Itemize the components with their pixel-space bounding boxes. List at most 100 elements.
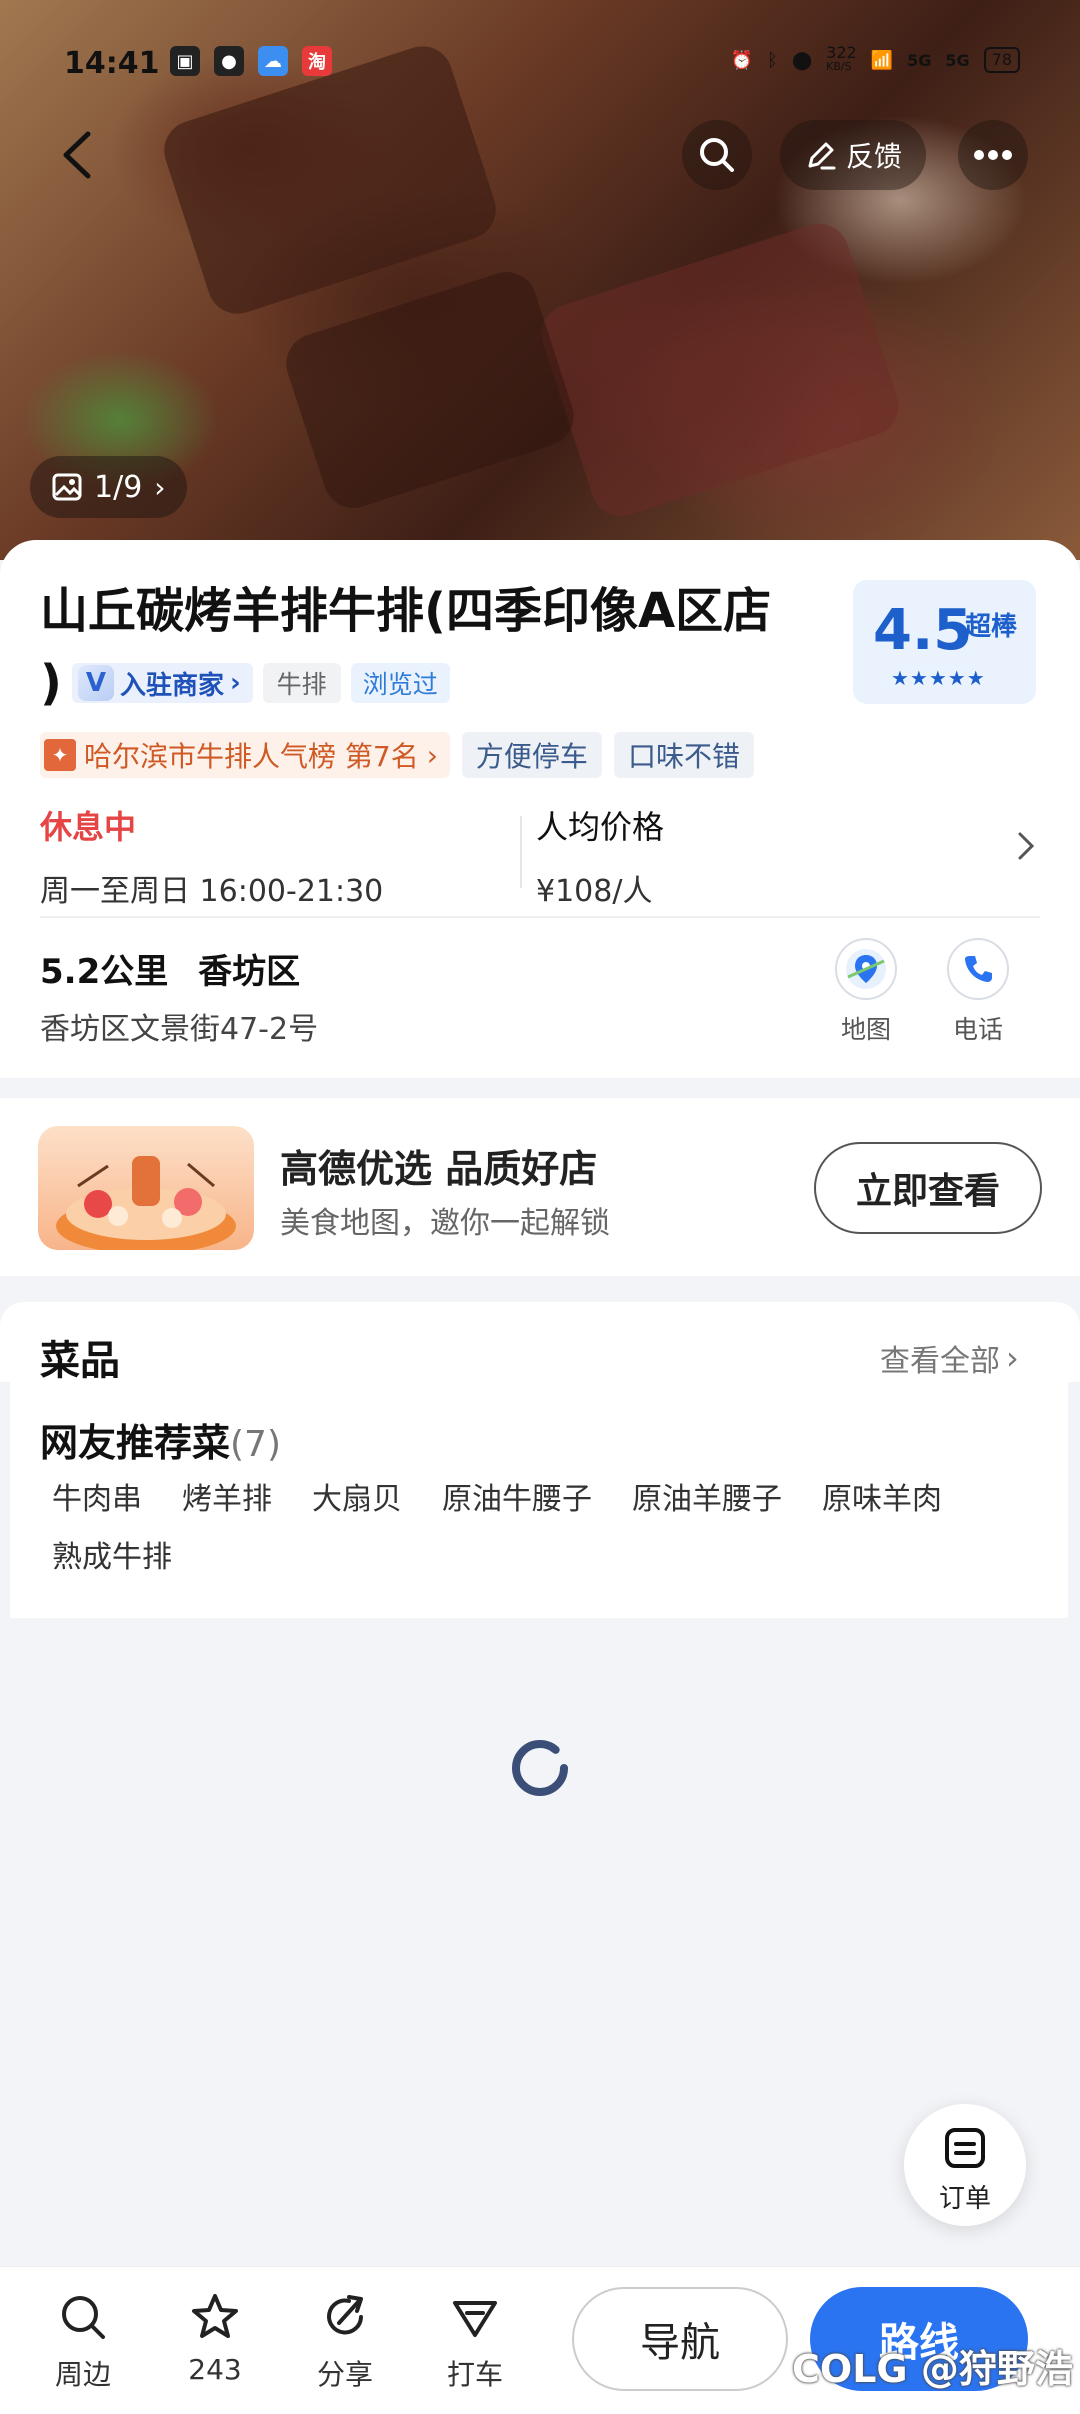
phone-label: 电话 bbox=[952, 1015, 1003, 1044]
district-name: 香坊区 bbox=[198, 952, 301, 992]
view-now-button[interactable]: 立即查看 bbox=[814, 1142, 1042, 1234]
dishes-title: 菜品 bbox=[40, 1338, 120, 1384]
dish-tag[interactable]: 烤羊排 bbox=[170, 1480, 284, 1520]
rating-score: 4.5 bbox=[873, 598, 973, 663]
recommended-title-text: 网友推荐菜 bbox=[40, 1421, 231, 1465]
rating-stars-icon: ★★★★★ bbox=[891, 666, 986, 690]
shop-address[interactable]: 香坊区文景街47-2号 bbox=[40, 1004, 318, 1048]
orders-label: 订单 bbox=[938, 2184, 991, 2214]
nearby-label: 周边 bbox=[54, 2358, 111, 2391]
chevron-right-icon: › bbox=[229, 668, 241, 698]
watermark: COLG @狩野浩 bbox=[792, 2347, 1073, 2391]
search-icon bbox=[700, 138, 734, 172]
category-tag: 牛排 bbox=[262, 663, 341, 703]
divider bbox=[520, 816, 522, 888]
price-block[interactable]: 人均价格 ¥108/人 bbox=[536, 802, 664, 910]
share-button[interactable]: 分享 bbox=[290, 2291, 400, 2393]
signal-5g-1: 5G bbox=[907, 50, 932, 70]
net-speed-unit: KB/S bbox=[826, 60, 852, 73]
map-icon bbox=[835, 938, 897, 1000]
back-button[interactable] bbox=[50, 120, 110, 190]
promo-subtitle: 美食地图，邀你一起解锁 bbox=[280, 1206, 610, 1241]
see-all-dishes-link[interactable]: 查看全部 › bbox=[880, 1336, 1019, 1380]
net-speed: 322 KB/S bbox=[826, 43, 857, 74]
nearby-button[interactable]: 周边 bbox=[28, 2291, 138, 2393]
shop-title: 山丘碳烤羊排牛排(四季印像A区店 bbox=[40, 583, 772, 639]
edit-icon bbox=[808, 142, 836, 170]
taxi-button[interactable]: 打车 bbox=[420, 2291, 530, 2393]
favorite-count: 243 bbox=[188, 2353, 242, 2386]
rating-box[interactable]: 4.5 超棒 ★★★★★ bbox=[853, 580, 1036, 704]
wechat-icon: ● bbox=[214, 46, 244, 76]
price-label: 人均价格 bbox=[536, 808, 665, 846]
net-speed-value: 322 bbox=[826, 43, 857, 62]
location-icon: ⬤ bbox=[791, 49, 813, 71]
cloud-icon: ☁ bbox=[258, 46, 288, 76]
alarm-icon: ⏰ bbox=[730, 49, 754, 71]
star-icon bbox=[192, 2294, 238, 2338]
tv-app-icon: ▣ bbox=[170, 46, 200, 76]
map-label: 地图 bbox=[840, 1015, 891, 1044]
dish-tag[interactable]: 牛肉串 bbox=[40, 1480, 154, 1520]
business-hours: 周一至周日 16:00-21:30 bbox=[40, 874, 384, 909]
dish-tag[interactable]: 原油羊腰子 bbox=[620, 1480, 794, 1520]
shop-title-row2: ) V 入驻商家 › 牛排 浏览过 bbox=[40, 652, 450, 714]
feedback-button[interactable]: 反馈 bbox=[780, 120, 926, 190]
feature-tag: 口味不错 bbox=[613, 732, 754, 778]
recommended-count: (7) bbox=[230, 1424, 282, 1465]
divider bbox=[40, 916, 1040, 918]
back-arrow-icon bbox=[63, 131, 91, 179]
feedback-label: 反馈 bbox=[845, 140, 902, 173]
taxi-label: 打车 bbox=[446, 2358, 503, 2391]
dish-tag[interactable]: 大扇贝 bbox=[300, 1480, 414, 1520]
battery-level: 78 bbox=[991, 50, 1012, 69]
more-dots-icon bbox=[974, 150, 1012, 160]
phone-button[interactable]: 电话 bbox=[928, 938, 1028, 1046]
distance-row: 5.2公里 香坊区 bbox=[40, 944, 300, 993]
recommended-title: 网友推荐菜(7) bbox=[40, 1412, 281, 1467]
favorite-button[interactable]: 243 bbox=[160, 2291, 270, 2386]
verified-v-icon: V bbox=[77, 665, 114, 701]
chevron-right-icon[interactable] bbox=[1010, 826, 1040, 866]
see-all-label: 查看全部 bbox=[880, 1344, 1000, 1379]
taobao-icon: 淘 bbox=[302, 46, 332, 76]
chevron-right-icon: › bbox=[1006, 1339, 1019, 1377]
shop-title-end: ) bbox=[40, 655, 62, 711]
dish-tag[interactable]: 原味羊肉 bbox=[810, 1480, 954, 1520]
rating-label: 超棒 bbox=[965, 612, 1018, 642]
feature-tag: 方便停车 bbox=[461, 732, 602, 778]
recommended-dishes: 网友推荐菜(7) 牛肉串 烤羊排 大扇贝 原油牛腰子 原油羊腰子 原味羊肉 熟成… bbox=[10, 1382, 1068, 1618]
photo-counter-value: 1/9 bbox=[94, 469, 143, 505]
promo-title: 高德优选 品质好店 bbox=[280, 1147, 598, 1191]
battery-icon: 78 bbox=[983, 47, 1020, 73]
notification-icons: ▣ ● ☁ 淘 bbox=[170, 46, 332, 76]
viewed-tag: 浏览过 bbox=[350, 663, 450, 703]
photo-shade bbox=[278, 264, 582, 516]
open-status: 休息中 bbox=[40, 808, 137, 846]
signal-5g-2: 5G bbox=[945, 50, 970, 70]
status-bar: 14:41 ▣ ● ☁ 淘 ⏰ ᛒ ⬤ 322 KB/S 📶 5G 5G 78 bbox=[0, 0, 1080, 130]
merchant-badge[interactable]: V 入驻商家 › bbox=[71, 663, 253, 703]
merchant-badge-label: 入驻商家 bbox=[119, 670, 224, 701]
promo-banner[interactable]: 高德优选 品质好店 美食地图，邀你一起解锁 立即查看 bbox=[0, 1098, 1080, 1276]
ribbon-icon: ✦ bbox=[44, 739, 76, 771]
hours-block[interactable]: 休息中 周一至周日 16:00-21:30 bbox=[40, 802, 383, 910]
dish-tag[interactable]: 原油牛腰子 bbox=[430, 1480, 604, 1520]
more-button[interactable] bbox=[958, 120, 1028, 190]
search-icon bbox=[62, 2296, 105, 2339]
dishes-section-header: 菜品 查看全部 › bbox=[0, 1302, 1080, 1384]
price-value: ¥108/人 bbox=[536, 874, 653, 909]
search-button[interactable] bbox=[682, 120, 752, 190]
dish-tag[interactable]: 熟成牛排 bbox=[40, 1538, 184, 1578]
navigate-button[interactable]: 导航 bbox=[572, 2287, 788, 2391]
order-list-icon bbox=[945, 2128, 985, 2168]
rank-tag[interactable]: ✦ 哈尔滨市牛排人气榜 第7名 › bbox=[40, 732, 450, 778]
photo-counter[interactable]: 1/9 › bbox=[30, 456, 188, 518]
taxi-icon bbox=[453, 2301, 497, 2337]
orders-button[interactable]: 订单 bbox=[904, 2104, 1026, 2226]
loading-spinner-icon bbox=[512, 1740, 568, 1796]
chevron-right-icon: › bbox=[426, 738, 438, 772]
dish-tag-list: 牛肉串 烤羊排 大扇贝 原油牛腰子 原油羊腰子 原味羊肉 熟成牛排 bbox=[40, 1480, 1040, 1578]
map-button[interactable]: 地图 bbox=[816, 938, 916, 1046]
status-time: 14:41 bbox=[64, 46, 160, 81]
